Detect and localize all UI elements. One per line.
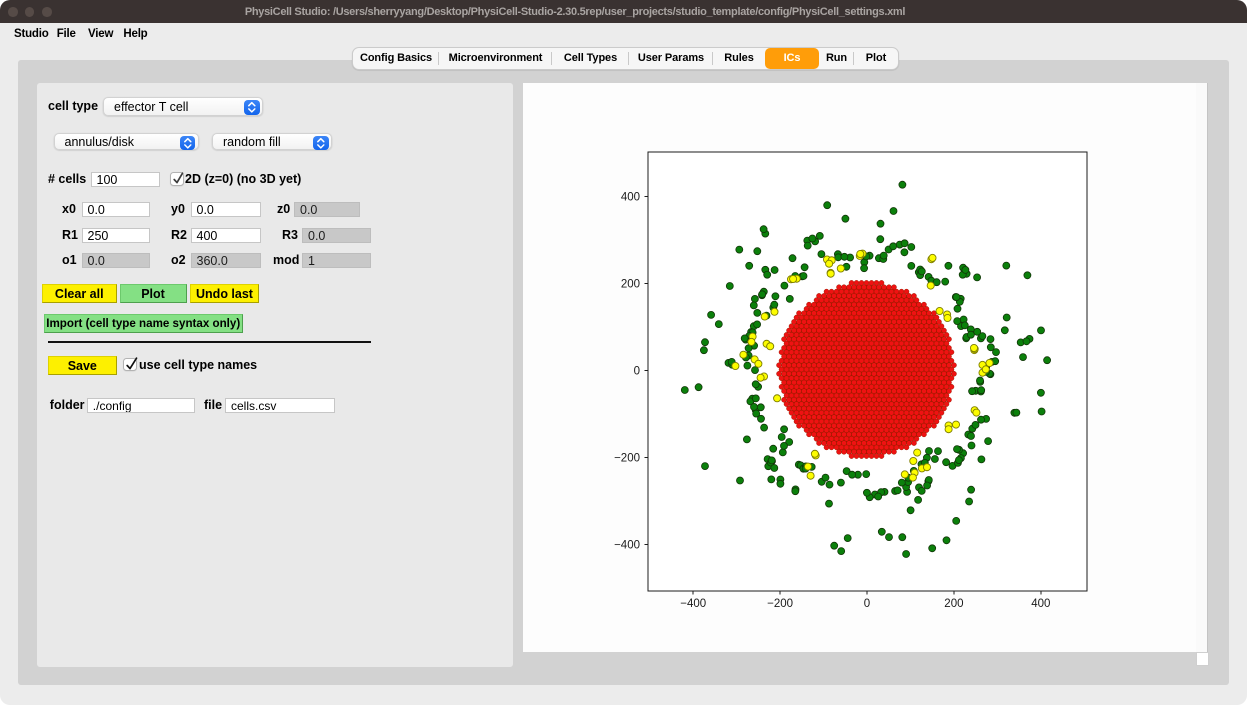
svg-text:−200: −200 xyxy=(614,452,640,464)
svg-text:200: 200 xyxy=(621,279,640,291)
svg-text:−400: −400 xyxy=(680,598,706,610)
svg-text:−200: −200 xyxy=(767,598,793,610)
svg-text:−400: −400 xyxy=(614,539,640,551)
svg-text:200: 200 xyxy=(944,598,963,610)
svg-text:400: 400 xyxy=(1031,598,1050,610)
svg-text:0: 0 xyxy=(634,366,640,378)
svg-text:400: 400 xyxy=(621,192,640,204)
svg-text:0: 0 xyxy=(864,598,870,610)
